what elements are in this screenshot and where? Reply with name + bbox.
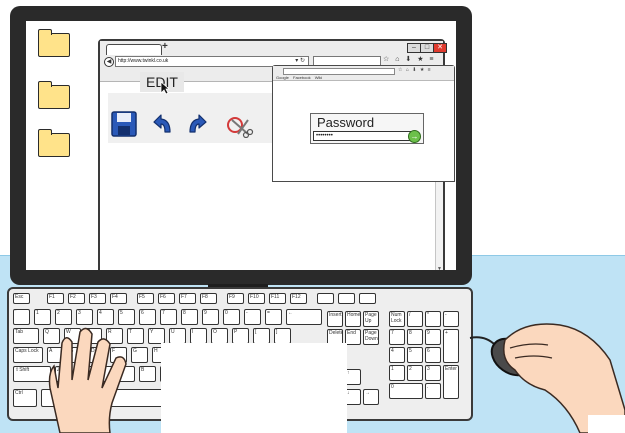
keyboard-key[interactable]: Page Down — [363, 329, 379, 345]
keyboard-key[interactable]: F4 — [110, 293, 127, 304]
keyboard-key[interactable]: = — [265, 309, 282, 325]
browser-toolbar-icons[interactable]: ☆ ⌂ ⬇ ★ ≡ — [383, 55, 436, 63]
new-tab-button[interactable]: + — [162, 41, 168, 52]
keyboard-key[interactable]: Home — [345, 311, 361, 327]
keyboard-key[interactable]: 9 — [425, 329, 441, 345]
keyboard-key[interactable]: End — [345, 329, 361, 345]
keyboard-key[interactable]: [ — [253, 328, 270, 344]
desktop-folder-icon[interactable] — [38, 29, 70, 57]
mouse-cable — [469, 336, 496, 346]
keyboard-key[interactable]: 0 — [389, 383, 423, 399]
keyboard-key[interactable]: F9 — [227, 293, 244, 304]
keyboard-key[interactable]: F1 — [47, 293, 64, 304]
save-icon[interactable] — [110, 110, 138, 138]
keyboard-key[interactable]: ↓ — [345, 389, 361, 405]
popup-address-bar[interactable] — [283, 68, 395, 75]
keyboard-key[interactable]: / — [407, 311, 423, 327]
keyboard-key[interactable]: ] — [274, 328, 291, 344]
login-box: Password •••••••• → — [310, 113, 424, 144]
keyboard-key[interactable]: Caps Lock — [13, 347, 43, 363]
keyboard-key[interactable]: O — [211, 328, 228, 344]
keyboard-key[interactable]: - — [244, 309, 261, 325]
keyboard-key[interactable]: 9 — [202, 309, 219, 325]
keyboard-key[interactable]: F6 — [158, 293, 175, 304]
keyboard-key[interactable]: F2 — [68, 293, 85, 304]
keyboard-key[interactable]: F3 — [89, 293, 106, 304]
blank-overlay — [161, 343, 347, 433]
keyboard-key[interactable]: 7 — [389, 329, 405, 345]
keyboard-key[interactable]: Esc — [13, 293, 30, 304]
browser-tab[interactable] — [106, 44, 162, 55]
mouse-and-hand — [469, 323, 625, 433]
keyboard-key[interactable]: ← — [286, 309, 322, 325]
popup-chrome: Google Facebook Wiki ☆ ⌂ ⬇ ★ ≡ — [273, 66, 454, 81]
keyboard-key[interactable]: 2 — [407, 365, 423, 381]
keyboard-key[interactable]: . — [425, 383, 441, 399]
address-text: http://www.twinkl.co.uk — [118, 58, 169, 64]
keyboard-key[interactable]: F5 — [137, 293, 154, 304]
keyboard-key[interactable]: F10 — [248, 293, 265, 304]
keyboard-key[interactable]: Num Lock — [389, 311, 405, 327]
monitor-screen: + – □ ✕ ◀ http://www.twinkl.co.uk ▾ ↻ ☆ … — [26, 21, 456, 270]
keyboard-key[interactable]: 6 — [425, 347, 441, 363]
keyboard-key[interactable]: → — [363, 389, 379, 405]
submit-button[interactable]: → — [408, 130, 421, 143]
keyboard-key[interactable]: 5 — [407, 347, 423, 363]
keyboard-key[interactable] — [317, 293, 334, 304]
keyboard-key[interactable]: 0 — [223, 309, 240, 325]
keyboard-key[interactable]: 3 — [425, 365, 441, 381]
keyboard-key[interactable] — [359, 293, 376, 304]
cut-icon[interactable] — [226, 110, 254, 138]
blank-corner — [588, 415, 625, 433]
scroll-down-arrow-icon[interactable]: ▼ — [436, 266, 443, 270]
keyboard-key[interactable]: U — [169, 328, 186, 344]
keyboard-key[interactable]: 4 — [389, 347, 405, 363]
keyboard-key[interactable]: 8 — [181, 309, 198, 325]
password-field[interactable]: •••••••• — [313, 131, 411, 141]
desktop-folder-icon[interactable] — [38, 129, 70, 157]
keyboard-key[interactable]: F12 — [290, 293, 307, 304]
maximize-button[interactable]: □ — [420, 43, 434, 53]
keyboard-key[interactable]: ` — [13, 309, 30, 325]
desktop-folder-icon[interactable] — [38, 81, 70, 109]
back-button[interactable]: ◀ — [104, 57, 114, 67]
mouse-pointer-icon — [160, 81, 170, 95]
keyboard-key[interactable]: F8 — [200, 293, 217, 304]
keyboard-key[interactable]: * — [425, 311, 441, 327]
minimize-button[interactable]: – — [407, 43, 421, 53]
edit-toolbar — [108, 93, 284, 143]
monitor: + – □ ✕ ◀ http://www.twinkl.co.uk ▾ ↻ ☆ … — [10, 6, 472, 285]
keyboard-key[interactable]: F7 — [179, 293, 196, 304]
popup-bookmarks[interactable]: Google Facebook Wiki — [276, 75, 322, 80]
keyboard-key[interactable]: Ctrl — [13, 389, 37, 407]
keyboard-key[interactable]: P — [232, 328, 249, 344]
keyboard-key[interactable]: Tab — [13, 328, 39, 344]
left-hand — [48, 327, 127, 433]
keyboard-key[interactable]: F11 — [269, 293, 286, 304]
keyboard-key[interactable]: 1 — [389, 365, 405, 381]
close-button[interactable]: ✕ — [433, 43, 447, 53]
keyboard-key[interactable]: Page Up — [363, 311, 379, 327]
redo-icon[interactable] — [186, 110, 214, 138]
popup-toolbar-icons[interactable]: ☆ ⌂ ⬇ ★ ≡ — [398, 67, 432, 73]
keyboard-key[interactable]: 8 — [407, 329, 423, 345]
keyboard-key[interactable] — [338, 293, 355, 304]
keyboard-key[interactable]: I — [190, 328, 207, 344]
password-label: Password — [317, 115, 375, 130]
undo-icon[interactable] — [146, 110, 174, 138]
keyboard-key[interactable]: Insert — [327, 311, 343, 327]
keyboard-key[interactable]: ↑ — [345, 369, 361, 385]
login-popup-window: Google Facebook Wiki ☆ ⌂ ⬇ ★ ≡ Password … — [272, 65, 455, 182]
